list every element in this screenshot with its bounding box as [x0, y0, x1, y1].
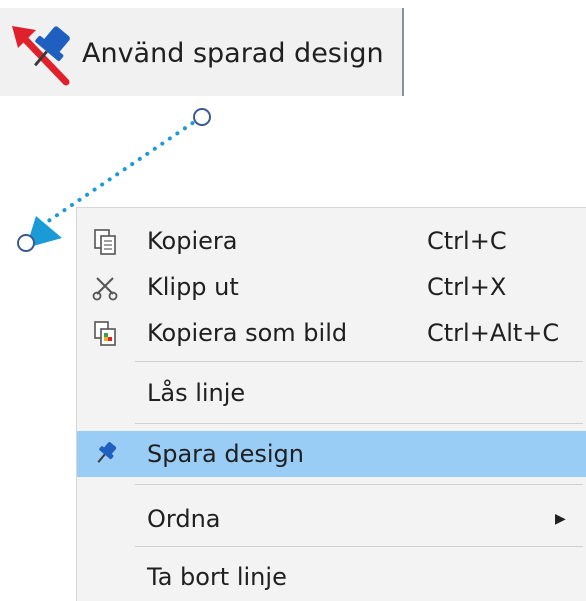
- copy-icon: [94, 229, 116, 255]
- pin-icon: [97, 442, 117, 463]
- menu-item-shortcut: Ctrl+Alt+C: [427, 319, 560, 347]
- menu-item-save-design[interactable]: Spara design: [77, 431, 586, 477]
- scissors-icon: [92, 277, 118, 301]
- menu-item-lock-line[interactable]: Lås linje: [77, 370, 586, 416]
- menu-item-shortcut: Ctrl+X: [427, 273, 507, 301]
- menu-separator: [135, 484, 583, 485]
- context-menu: Kopiera Ctrl+C Klipp ut Ctrl+X Kopiera s…: [76, 207, 586, 601]
- copy-as-image-icon: [94, 321, 116, 346]
- menu-item-cut[interactable]: Klipp ut Ctrl+X: [77, 264, 586, 310]
- apply-saved-design-label: Använd sparad design: [82, 38, 384, 69]
- menu-item-label: Klipp ut: [147, 273, 239, 301]
- apply-saved-design-button[interactable]: Använd sparad design: [0, 8, 404, 96]
- pin-arrow-icon: [12, 26, 70, 86]
- menu-item-label: Kopiera som bild: [147, 319, 348, 347]
- submenu-arrow-icon: ▶: [555, 511, 566, 527]
- menu-item-label: Kopiera: [147, 227, 238, 255]
- menu-item-arrange[interactable]: Ordna ▶: [77, 496, 586, 542]
- menu-separator: [135, 423, 583, 424]
- menu-item-label: Ta bort linje: [147, 563, 287, 591]
- menu-item-label: Spara design: [147, 440, 304, 468]
- menu-item-label: Lås linje: [147, 379, 246, 407]
- line-arrowhead: [26, 216, 62, 248]
- menu-item-copy[interactable]: Kopiera Ctrl+C: [77, 218, 586, 264]
- menu-separator: [135, 546, 583, 547]
- menu-separator: [135, 361, 583, 362]
- line-start-handle: [17, 234, 35, 252]
- line-end-handle: [193, 108, 211, 126]
- menu-item-delete-line[interactable]: Ta bort linje: [77, 554, 586, 600]
- menu-item-copy-as-image[interactable]: Kopiera som bild Ctrl+Alt+C: [77, 310, 586, 356]
- menu-item-shortcut: Ctrl+C: [427, 227, 507, 255]
- menu-item-label: Ordna: [147, 505, 221, 533]
